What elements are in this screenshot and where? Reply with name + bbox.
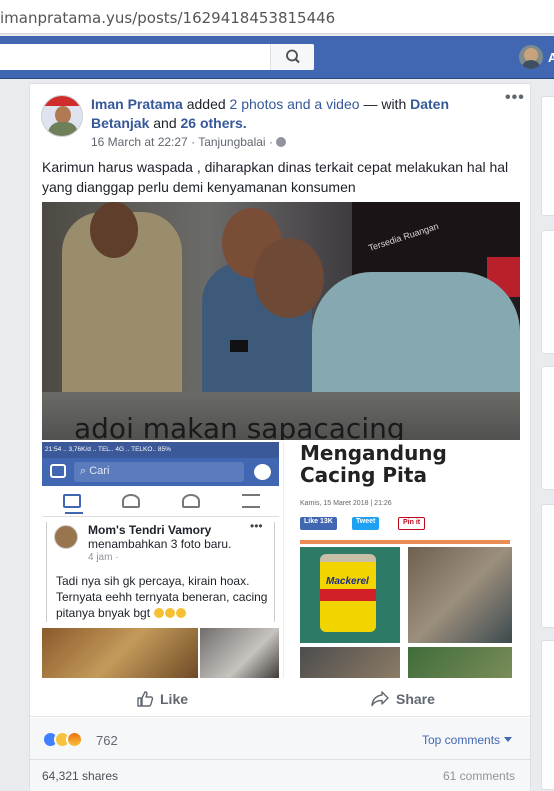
right-column-card — [541, 96, 554, 216]
mobile-search-field: ⌕ Cari — [74, 462, 244, 482]
reaction-icons[interactable] — [42, 731, 83, 748]
right-column-card — [541, 366, 554, 490]
search-button[interactable] — [270, 44, 314, 70]
mobile-more-dots: ••• — [250, 519, 263, 533]
post-photo-article[interactable]: Mengandung Cacing Pita Kamis, 15 Maret 2… — [283, 442, 520, 678]
thumbs-up-icon — [137, 691, 154, 707]
article-divider — [300, 540, 510, 544]
comments-count-link[interactable]: 61 comments — [443, 769, 515, 783]
camera-icon — [50, 464, 66, 478]
post-photo-screenshot[interactable]: 21:54 .. 3,76K/d .. TEL.. 4G .. TELKO.. … — [42, 442, 279, 678]
laughing-emoji-icon — [176, 608, 187, 618]
laughing-emoji-icon — [154, 608, 165, 618]
shares-count-link[interactable]: 64,321 shares — [42, 769, 118, 783]
author-name-link[interactable]: Iman Pratama — [91, 96, 183, 112]
post-header: Iman Pratama added 2 photos and a video … — [91, 95, 491, 133]
author-avatar[interactable] — [41, 95, 83, 137]
article-photo — [408, 647, 512, 678]
share-button[interactable]: Share — [370, 690, 435, 708]
article-like-button: Like 13K — [300, 517, 337, 530]
article-pin-button: Pin it — [398, 517, 426, 530]
article-title: Mengandung Cacing Pita — [300, 442, 447, 487]
top-comments-dropdown[interactable]: Top comments — [422, 733, 513, 747]
photo-caption: adoi makan sapacacing — [74, 412, 405, 440]
caret-down-icon — [504, 737, 513, 742]
post-meta: 16 March at 22:27 · Tanjungbalai · — [91, 135, 286, 149]
mobile-photo — [200, 628, 279, 678]
others-link[interactable]: 26 others. — [181, 115, 247, 131]
news-feed-icon — [63, 494, 83, 514]
menu-icon — [242, 494, 260, 508]
mobile-author-name: Mom's Tendri Vamory — [88, 523, 212, 537]
post-date-link[interactable]: 16 March at 22:27 — [91, 135, 188, 149]
friends-icon — [122, 494, 140, 508]
photos-link[interactable]: 2 photos and a video — [230, 96, 360, 112]
article-photo — [300, 647, 400, 678]
mobile-fb-bar: ⌕ Cari — [42, 458, 279, 486]
share-arrow-icon — [371, 691, 389, 707]
phone-status-bar: 21:54 .. 3,76K/d .. TEL.. 4G .. TELKO.. … — [42, 442, 279, 458]
notifications-icon — [182, 494, 200, 508]
post-actions: Like Share — [30, 684, 530, 717]
article-tweet-button: Tweet — [352, 517, 380, 530]
article-date: Kamis, 15 Maret 2018 | 21:26 — [300, 500, 392, 507]
messenger-icon — [254, 464, 271, 480]
action-text: added — [186, 96, 226, 112]
mackerel-can — [320, 554, 376, 632]
search-input[interactable] — [0, 44, 314, 70]
like-button[interactable]: Like — [136, 690, 188, 708]
like-label: Like — [160, 691, 189, 707]
browser-address-bar[interactable]: imanpratama.yus/posts/1629418453815446 — [0, 0, 554, 34]
right-column-card — [541, 640, 554, 790]
mobile-photo — [42, 628, 198, 678]
post-media-grid: Tersedia Ruangan adoi makan sapacacing 2… — [42, 202, 520, 678]
article-photo-people — [408, 547, 512, 643]
location-link[interactable]: Tanjungbalai — [198, 135, 265, 149]
reaction-count[interactable]: 762 — [96, 733, 118, 748]
can-label: Mackerel — [326, 576, 369, 587]
and-text: and — [153, 115, 177, 131]
right-column-card — [541, 504, 554, 628]
post-photo-main[interactable]: Tersedia Ruangan adoi makan sapacacing — [42, 202, 520, 440]
reactions-bar: 762 Top comments — [30, 718, 530, 760]
globe-icon — [275, 137, 286, 147]
search-icon — [286, 49, 300, 64]
profile-avatar[interactable] — [519, 45, 543, 69]
right-column-card — [541, 230, 554, 354]
laughing-emoji-icon — [165, 608, 176, 618]
facebook-top-bar: A — [0, 36, 554, 79]
mobile-tabs — [42, 486, 279, 517]
mobile-post-text: Tadi nya sih gk percaya, kirain hoax. Te… — [56, 574, 268, 620]
share-label: Share — [396, 691, 435, 707]
post-counts: 64,321 shares 61 comments — [30, 760, 530, 791]
meta-separator: · — [191, 135, 196, 149]
search-icon: ⌕ — [80, 465, 90, 477]
url-text[interactable]: imanpratama.yus/posts/1629418453815446 — [0, 9, 335, 27]
mobile-post-time: 4 jam · — [88, 552, 119, 563]
post-text: Karimun harus waspada , diharapkan dinas… — [42, 159, 509, 195]
mobile-author-avatar — [54, 525, 78, 549]
post-options-button[interactable]: ••• — [505, 89, 525, 107]
profile-name[interactable]: A — [548, 50, 554, 65]
mobile-added-text: menambahkan 3 foto baru. — [88, 537, 232, 551]
angry-reaction-icon — [66, 731, 83, 748]
with-text: — with — [363, 96, 407, 112]
post-card: Iman Pratama added 2 photos and a video … — [29, 83, 531, 791]
